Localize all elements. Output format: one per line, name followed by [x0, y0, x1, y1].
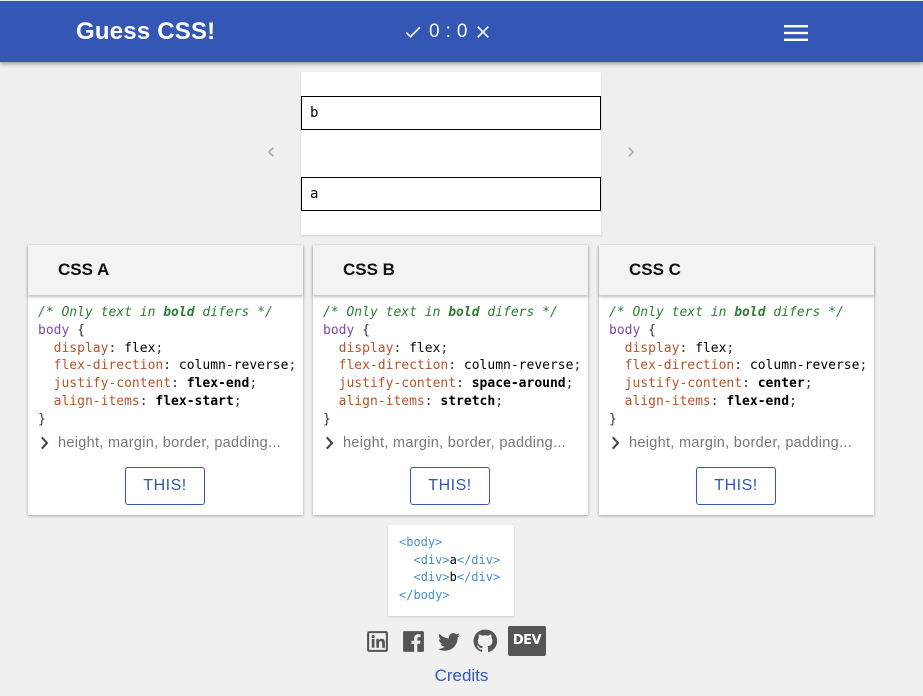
code-comment: /* Only text in bold difers */	[609, 305, 844, 320]
menu-icon[interactable]	[783, 21, 809, 45]
credits-link[interactable]: Credits	[0, 666, 923, 686]
score-wrong: 0	[456, 21, 468, 42]
css-code: /* Only text in bold difers */ body { di…	[323, 305, 582, 427]
preview-box-b: b	[301, 96, 601, 130]
expand-label: height, margin, border, padding...	[629, 435, 853, 451]
choose-css-c-button[interactable]: THIS!	[696, 467, 776, 505]
linkedin-icon[interactable]	[364, 626, 390, 656]
score-correct: 0	[429, 21, 440, 42]
close-icon	[477, 26, 490, 38]
css-card-b: CSS B /* Only text in bold difers */ bod…	[313, 245, 588, 515]
choose-css-a-button[interactable]: THIS!	[125, 467, 205, 505]
social-links: DEV	[364, 626, 546, 656]
chevron-right-icon	[41, 436, 49, 450]
expand-details[interactable]: height, margin, border, padding...	[38, 435, 281, 451]
div-b-text: b	[449, 570, 457, 584]
chevron-left-icon[interactable]	[261, 142, 281, 162]
code-selector: body	[38, 322, 70, 338]
preview-box-a: a	[301, 177, 601, 211]
choose-css-b-button[interactable]: THIS!	[410, 467, 490, 505]
dev-icon[interactable]: DEV	[508, 626, 546, 656]
expand-label: height, margin, border, padding...	[58, 435, 282, 451]
css-card-c: CSS C /* Only text in bold difers */ bod…	[599, 245, 874, 515]
expand-label: height, margin, border, padding...	[343, 435, 567, 451]
card-title: CSS C	[599, 245, 874, 295]
preview-frame: b a	[301, 72, 601, 235]
code-selector: body	[609, 322, 641, 338]
css-code: /* Only text in bold difers */ body { di…	[609, 305, 868, 427]
css-card-a: CSS A /* Only text in bold difers */ bod…	[28, 245, 303, 515]
expand-details[interactable]: height, margin, border, padding...	[609, 435, 852, 451]
css-code: /* Only text in bold difers */ body { di…	[38, 305, 297, 427]
chevron-right-icon	[612, 436, 620, 450]
code-selector: body	[323, 322, 355, 338]
github-icon[interactable]	[472, 626, 498, 656]
app-bar: Guess CSS! 0 : 0	[0, 1, 923, 62]
twitter-icon[interactable]	[436, 626, 462, 656]
code-comment: /* Only text in bold difers */	[38, 305, 273, 320]
expand-details[interactable]: height, margin, border, padding...	[323, 435, 566, 451]
div-a-text: a	[449, 552, 457, 567]
facebook-icon[interactable]	[400, 626, 426, 656]
chevron-right-icon	[326, 436, 334, 450]
score: 0 : 0	[403, 21, 493, 43]
code-comment: /* Only text in bold difers */	[323, 305, 558, 320]
app-title: Guess CSS!	[76, 18, 216, 45]
score-separator: :	[445, 21, 451, 42]
chevron-right-icon[interactable]	[621, 142, 641, 162]
card-title: CSS A	[28, 245, 303, 295]
card-title: CSS B	[313, 245, 588, 295]
check-icon	[405, 26, 421, 38]
html-snippet: <body> <div>a</div> <div>b</div> </body>	[388, 525, 514, 616]
